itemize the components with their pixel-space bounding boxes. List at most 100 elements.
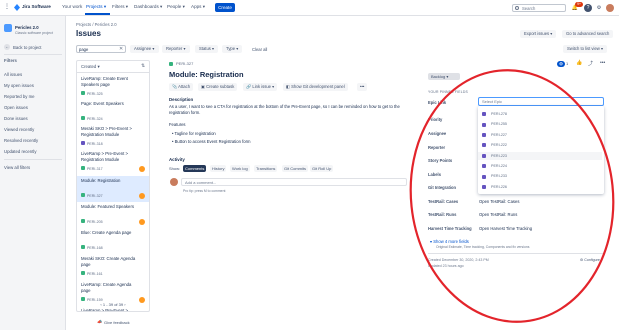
feature-item: • Tagline for registration [172,131,216,136]
tab-work-log[interactable]: Work log [230,165,250,172]
reporter-filter[interactable]: Reporter ▾ [162,45,190,53]
list-item[interactable]: Meraki SKO: Create Agenda page PERI-161 [77,254,149,280]
sidebar-divider [4,54,62,55]
issue-type-icon [81,219,85,223]
description-text[interactable]: As a user, I want to see a CTA for regis… [169,104,407,116]
sidebar-item-all-issues[interactable]: All issues [4,72,22,77]
pagination: ‹ 1 - 39 of 39 › [76,301,150,309]
activity-heading: Activity [169,157,185,162]
list-item-title: Meraki SKO > Pre-Event > Registration Mo… [81,126,132,137]
assignee-filter[interactable]: Assignee ▾ [130,45,159,53]
nav-apps[interactable]: Apps ▾ [191,4,205,10]
list-item-key: PERI-325 [81,91,103,97]
attach-button[interactable]: 📎 Attach [169,83,194,91]
list-item-title: Module: Registration [81,178,121,183]
list-item[interactable]: Page: Event Speakers PERI-324 [77,99,149,125]
list-item-title: Blue: Create Agenda page [81,230,132,235]
list-item[interactable]: Meraki SKO > Pre-Event > Registration Mo… [77,124,149,150]
sidebar-item-done-issues[interactable]: Done issues [4,116,28,121]
assignee-avatar [139,193,145,199]
nav-people[interactable]: People ▾ [167,4,185,10]
status-filter[interactable]: Status ▾ [195,45,219,53]
app-switcher-icon[interactable]: ⋮ [4,4,11,11]
give-feedback-link[interactable]: Give feedback [104,320,130,325]
sidebar-item-open-issues[interactable]: Open issues [4,105,28,110]
export-issues-button[interactable]: Export issues ▾ [520,30,557,38]
back-arrow-icon: ← [4,44,10,50]
tab-git-commits[interactable]: Git Commits [282,165,308,172]
red-annotation-circle [409,69,615,323]
list-item-key: PERI-205 [81,219,103,225]
jira-logo-icon [14,4,20,11]
list-item-key-text: PERI-205 [87,220,103,224]
breadcrumb-projects[interactable]: Projects [76,22,91,27]
list-item[interactable]: Module: Registration PERI-327 [77,176,149,202]
app-name[interactable]: Jira Software [22,4,51,9]
issue-title[interactable]: Module: Registration [169,70,244,79]
filters-heading: Filters [4,58,17,63]
link-issue-button[interactable]: 🔗 Link issue ▾ [243,83,278,91]
back-to-project-link[interactable]: Back to project [13,45,41,50]
issue-key[interactable]: PERI-327 [176,61,193,66]
list-item[interactable]: Blue: Create Agenda page PERI-168 [77,228,149,254]
nav-filters[interactable]: Filters ▾ [112,4,128,10]
list-item-title: Module: Featured Speakers [81,204,135,209]
create-button[interactable]: Create [215,3,235,12]
create-subtask-button[interactable]: ▣ Create subtask [198,83,238,91]
top-navigation: ⋮ Jira Software Your work Projects ▾ Fil… [0,0,619,16]
sort-created[interactable]: Created ▾ [81,64,100,70]
list-item-key-text: PERI-317 [87,167,103,171]
sidebar-item-viewed-recently[interactable]: Viewed recently [4,127,34,132]
advanced-search-button[interactable]: Go to advanced search [562,30,614,38]
nav-dashboards[interactable]: Dashboards ▾ [134,4,162,10]
issue-type-icon [81,91,85,95]
list-item-key-text: PERI-168 [87,246,103,250]
sidebar-item-my-open-issues[interactable]: My open issues [4,83,34,88]
clear-search-icon[interactable]: ✕ [119,46,123,52]
project-name[interactable]: Pericles 2.0 [15,25,39,30]
git-panel-button[interactable]: ◧ Show Git development panel [283,83,348,91]
avatar [170,178,178,186]
tab-git-roll-up[interactable]: Git Roll Up [310,165,334,172]
issue-type-icon [81,166,85,170]
sidebar-item-reported-by-me[interactable]: Reported by me [4,94,35,99]
clear-all-link[interactable]: Clear all [252,47,267,52]
tab-comments[interactable]: Comments [183,165,207,172]
help-icon[interactable]: ? [584,4,592,12]
comment-placeholder: Add a comment... [185,180,217,185]
avatar[interactable] [606,4,614,12]
list-item[interactable]: Module: Featured Speakers PERI-205 [77,202,149,228]
type-filter[interactable]: Type ▾ [222,45,243,53]
list-item-title: LiveRamp > Pre-Event > Registration Modu… [81,151,129,162]
nav-projects[interactable]: Projects ▾ [86,4,106,10]
sidebar-item-resolved-recently[interactable]: Resolved recently [4,138,38,143]
breadcrumb-project[interactable]: Pericles 2.0 [95,22,117,27]
attach-label: Attach [178,84,191,89]
comment-input[interactable]: Add a comment... [181,178,407,186]
features-heading: Features [169,122,186,127]
nav-your-work[interactable]: Your work [62,4,82,9]
list-item[interactable]: LiveRamp > Pre-Event > Registration Modu… [77,149,149,175]
project-avatar [4,24,12,32]
list-item-key: PERI-324 [81,116,103,122]
protip-text: Pro tip: press M to comment [183,189,226,193]
issue-type-icon [81,193,85,197]
sidebar-item-updated-recently[interactable]: Updated recently [4,149,37,154]
list-item-title: LiveRamp: Create Agenda page [81,282,132,293]
megaphone-icon: 📣 [97,319,102,324]
search-input[interactable]: Search [512,4,566,12]
view-all-filters-link[interactable]: View all filters [4,165,30,170]
switch-view-button[interactable]: Switch to list view ▾ [563,45,608,53]
link-issue-label: Link issue [252,84,272,89]
tab-transitions[interactable]: Transitions [254,165,278,172]
settings-icon[interactable]: ⚙ [595,4,603,12]
next-page-icon[interactable]: › [124,302,125,307]
tab-history[interactable]: History [210,165,227,172]
list-item[interactable]: LiveRamp: Create Event Speakers page PERI… [77,74,149,100]
issue-list: Created ▾ ⇅ LiveRamp: Create Event Speak… [76,60,150,312]
issue-type-icon [81,116,85,120]
sort-direction-icon[interactable]: ⇅ [141,63,145,69]
list-item-key-text: PERI-325 [87,92,103,96]
more-actions-icon[interactable]: ••• [357,83,368,91]
sidebar: Pericles 2.0 Classic software project ← … [0,16,66,330]
